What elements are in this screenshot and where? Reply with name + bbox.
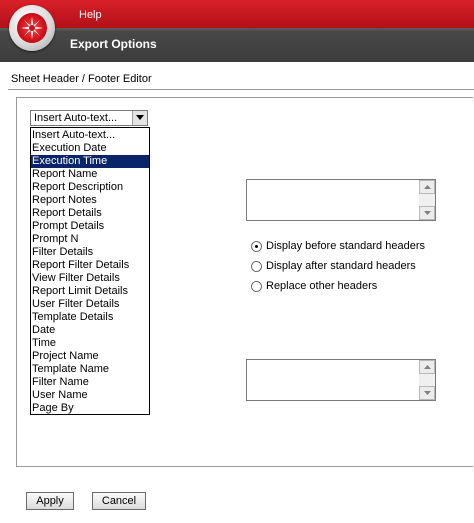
autotext-option[interactable]: Project Name — [31, 350, 149, 363]
autotext-option[interactable]: Report Limit Details — [31, 285, 149, 298]
autotext-option[interactable]: Report Filter Details — [31, 259, 149, 272]
autotext-option[interactable]: Report Description — [31, 181, 149, 194]
apply-button[interactable]: Apply — [26, 492, 74, 510]
arrow-up-icon — [424, 185, 431, 189]
autotext-option[interactable]: Date — [31, 324, 149, 337]
autotext-option[interactable]: Report Details — [31, 207, 149, 220]
insert-autotext-select[interactable]: Insert Auto-text... — [30, 110, 148, 126]
autotext-option[interactable]: Insert Auto-text... — [31, 129, 149, 142]
app-header: Help Export Options — [0, 0, 474, 62]
autotext-option[interactable]: Template Name — [31, 363, 149, 376]
page-title: Export Options — [70, 37, 157, 51]
radio-label: Display before standard headers — [266, 240, 425, 252]
scroll-up-button[interactable] — [419, 180, 435, 194]
autotext-option[interactable]: Report Notes — [31, 194, 149, 207]
menu-bar — [0, 0, 474, 28]
cancel-button[interactable]: Cancel — [92, 492, 146, 510]
radio-button[interactable] — [251, 240, 262, 252]
arrow-down-icon — [424, 391, 431, 395]
autotext-option[interactable]: Execution Time — [31, 155, 149, 168]
scroll-down-button[interactable] — [419, 386, 435, 400]
radio-button[interactable] — [251, 280, 262, 292]
scrollbar[interactable] — [419, 360, 435, 400]
autotext-option[interactable]: Template Details — [31, 311, 149, 324]
autotext-option[interactable]: User Name — [31, 389, 149, 402]
autotext-option[interactable]: Prompt Details — [31, 220, 149, 233]
divider — [8, 89, 474, 90]
radio-label: Replace other headers — [266, 280, 378, 292]
autotext-option[interactable]: Prompt N — [31, 233, 149, 246]
autotext-option[interactable]: User Filter Details — [31, 298, 149, 311]
footer-text-input[interactable] — [246, 359, 436, 401]
radio-button[interactable] — [251, 260, 262, 272]
autotext-option[interactable]: Page By — [31, 402, 149, 415]
scroll-up-button[interactable] — [419, 360, 435, 374]
scrollbar[interactable] — [419, 180, 435, 220]
autotext-option[interactable]: Time — [31, 337, 149, 350]
radio-display-after[interactable]: Display after standard headers — [251, 259, 416, 273]
help-menu[interactable]: Help — [79, 9, 102, 21]
autotext-option[interactable]: Filter Name — [31, 376, 149, 389]
radio-display-before[interactable]: Display before standard headers — [251, 239, 425, 253]
dropdown-button[interactable] — [132, 111, 147, 125]
autotext-option[interactable]: Report Name — [31, 168, 149, 181]
header-text-input[interactable] — [246, 179, 436, 221]
radio-replace-headers[interactable]: Replace other headers — [251, 279, 377, 293]
chevron-down-icon — [136, 115, 144, 120]
select-value: Insert Auto-text... — [34, 112, 118, 124]
arrow-up-icon — [424, 365, 431, 369]
editor-title: Sheet Header / Footer Editor — [11, 73, 152, 85]
autotext-options-list[interactable]: Insert Auto-text... Execution Date Executi… — [30, 127, 150, 415]
radio-label: Display after standard headers — [266, 260, 416, 272]
red-star-logo-icon[interactable] — [9, 5, 55, 51]
autotext-option[interactable]: Execution Date — [31, 142, 149, 155]
autotext-option[interactable]: View Filter Details — [31, 272, 149, 285]
scroll-down-button[interactable] — [419, 206, 435, 220]
arrow-down-icon — [424, 211, 431, 215]
autotext-option[interactable]: Filter Details — [31, 246, 149, 259]
